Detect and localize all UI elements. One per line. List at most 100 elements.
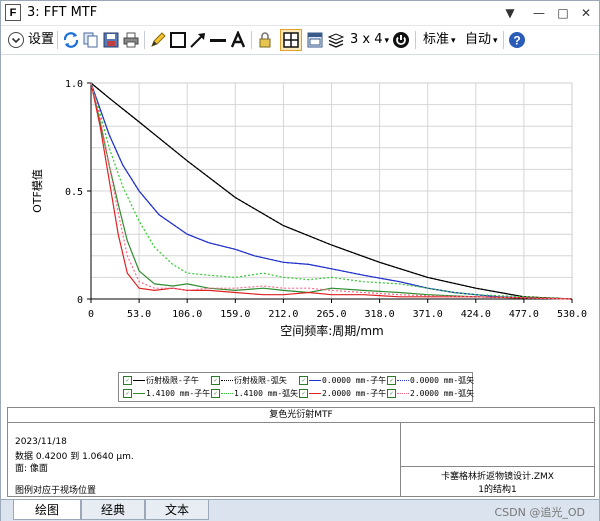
legend-item[interactable]: ✓ 0.0000 mm-弧矢	[387, 375, 474, 387]
x-tick-label: 477.0	[509, 309, 539, 320]
toolbar-separator	[415, 31, 416, 49]
x-tick-label: 212.0	[268, 309, 298, 320]
legend: ✓ 衍射极限-子午 ✓ 衍射极限-弧矢 ✓ 0.0000 mm-子午 ✓ 0.0000 mm-…	[118, 372, 474, 402]
power-icon[interactable]	[392, 31, 410, 49]
maximize-button[interactable]: □	[554, 4, 572, 22]
legend-label: 2.0000 mm-子午	[322, 389, 387, 398]
legend-line-swatch	[309, 380, 321, 381]
legend-label: 2.0000 mm-弧矢	[410, 389, 475, 398]
settings-chevron-icon[interactable]	[7, 31, 25, 49]
legend-item[interactable]: ✓ 1.4100 mm-子午	[123, 388, 210, 400]
legend-checkbox-icon[interactable]: ✓	[123, 376, 132, 385]
auto-dropdown[interactable]: 自动 ▾	[465, 30, 498, 50]
x-tick-label: 106.0	[172, 309, 202, 320]
toolbar-separator	[251, 31, 252, 49]
standard-dropdown[interactable]: 标准 ▾	[423, 30, 456, 50]
legend-label: 0.0000 mm-弧矢	[410, 376, 475, 385]
auto-label: 自动	[465, 32, 492, 47]
legend-label: 衍射极限-弧矢	[234, 376, 287, 385]
y-axis-label: OTF模值	[31, 169, 44, 213]
tab-text[interactable]: 文本	[145, 500, 209, 520]
mtf-window: F 3: FFT MTF ▼ — □ ✕ 设置 3 x 4 ▾ 标准 ▾ 自动 ▾ ?	[0, 0, 600, 521]
chevron-down-icon: ▾	[451, 36, 456, 46]
grid-button[interactable]	[280, 29, 302, 51]
legend-line-swatch	[133, 393, 145, 394]
toolbar: 设置 3 x 4 ▾ 标准 ▾ 自动 ▾ ?	[1, 26, 599, 55]
x-tick-label: 53.0	[127, 309, 151, 320]
legend-item[interactable]: ✓ 2.0000 mm-子午	[299, 388, 386, 400]
layers-icon[interactable]	[327, 31, 345, 49]
x-tick-label: 318.0	[365, 309, 395, 320]
legend-line-swatch	[309, 393, 321, 394]
refresh-icon[interactable]	[62, 31, 80, 49]
mtf-chart: 0 53.0 106.0 159.0 212.0 265.0 318.0 371.0 424.0…	[31, 79, 587, 338]
legend-line-swatch	[133, 380, 145, 381]
legend-label: 1.4100 mm-弧矢	[234, 389, 299, 398]
filename-text: 卡塞格林折返物镜设计.ZMX	[441, 472, 554, 482]
fields-layout-dropdown[interactable]: 3 x 4 ▾	[350, 30, 389, 50]
x-tick-label: 0	[88, 309, 94, 320]
title-bar: F 3: FFT MTF ▼ — □ ✕	[1, 1, 599, 26]
x-tick-label: 530.0	[557, 309, 587, 320]
chevron-down-icon: ▾	[384, 36, 390, 46]
toolbar-separator	[144, 31, 145, 49]
legend-checkbox-icon[interactable]: ✓	[299, 389, 308, 398]
settings-button[interactable]: 设置	[28, 30, 54, 50]
x-tick-label: 424.0	[461, 309, 491, 320]
standard-label: 标准	[423, 32, 450, 47]
x-axis-label: 空间频率:周期/mm	[280, 323, 383, 338]
window-title: 3: FFT MTF	[27, 5, 98, 20]
line-icon[interactable]	[209, 31, 227, 49]
x-tick-label: 371.0	[413, 309, 443, 320]
x-tick-label: 265.0	[316, 309, 346, 320]
grid-icon	[283, 32, 299, 48]
tab-classic[interactable]: 经典	[81, 500, 145, 520]
close-button[interactable]: ✕	[577, 4, 595, 22]
info-title: 复色光衍射MTF	[8, 408, 594, 423]
lock-icon[interactable]	[256, 31, 274, 49]
legend-line-swatch	[221, 380, 233, 381]
watermark: CSDN @追光_OD	[494, 506, 586, 519]
legend-item[interactable]: ✓ 衍射极限-子午	[123, 375, 199, 387]
fields-layout-label: 3 x 4	[350, 32, 383, 47]
app-icon: F	[5, 4, 21, 21]
help-icon[interactable]: ?	[508, 31, 526, 49]
legend-checkbox-icon[interactable]: ✓	[387, 389, 396, 398]
legend-checkbox-icon[interactable]: ✓	[211, 389, 220, 398]
legend-item[interactable]: ✓ 0.0000 mm-子午	[299, 375, 386, 387]
chevron-down-icon: ▾	[493, 36, 498, 46]
legend-checkbox-icon[interactable]: ✓	[387, 376, 396, 385]
surface-text: 面: 像面	[15, 464, 48, 474]
rectangle-icon[interactable]	[169, 31, 187, 49]
info-right: 卡塞格林折返物镜设计.ZMX 1的结构1	[401, 466, 594, 497]
x-tick-label: 159.0	[220, 309, 250, 320]
text-icon[interactable]	[229, 31, 247, 49]
legend-line-swatch	[221, 393, 233, 394]
save-icon[interactable]	[102, 31, 120, 49]
legend-line-swatch	[397, 380, 409, 381]
legend-item[interactable]: ✓ 衍射极限-弧矢	[211, 375, 287, 387]
y-tick-label: 1.0	[65, 79, 83, 90]
legend-checkbox-icon[interactable]: ✓	[211, 376, 220, 385]
legend-item[interactable]: ✓ 2.0000 mm-弧矢	[387, 388, 474, 400]
toolbar-separator	[503, 31, 504, 49]
legend-note-text: 图例对应于视场位置	[15, 486, 97, 496]
y-tick-label: 0	[77, 295, 83, 306]
legend-checkbox-icon[interactable]: ✓	[299, 376, 308, 385]
minimize-button[interactable]: —	[530, 4, 548, 22]
arrow-icon[interactable]	[189, 31, 207, 49]
window-layout-icon[interactable]	[306, 31, 324, 49]
copy-icon[interactable]	[82, 31, 100, 49]
legend-checkbox-icon[interactable]: ✓	[123, 389, 132, 398]
toolbar-separator	[57, 31, 58, 49]
info-left: 2023/11/18 数据 0.4200 到 1.0640 μm. 面: 像面 …	[8, 423, 401, 496]
print-icon[interactable]	[122, 31, 140, 49]
svg-text:?: ?	[513, 34, 520, 48]
pin-dropdown-button[interactable]: ▼	[501, 4, 519, 22]
legend-line-swatch	[397, 393, 409, 394]
y-tick-label: 0.5	[65, 187, 83, 198]
pencil-icon[interactable]	[149, 31, 167, 49]
tab-plot[interactable]: 绘图	[13, 500, 81, 520]
legend-item[interactable]: ✓ 1.4100 mm-弧矢	[211, 388, 298, 400]
legend-label: 衍射极限-子午	[146, 376, 199, 385]
